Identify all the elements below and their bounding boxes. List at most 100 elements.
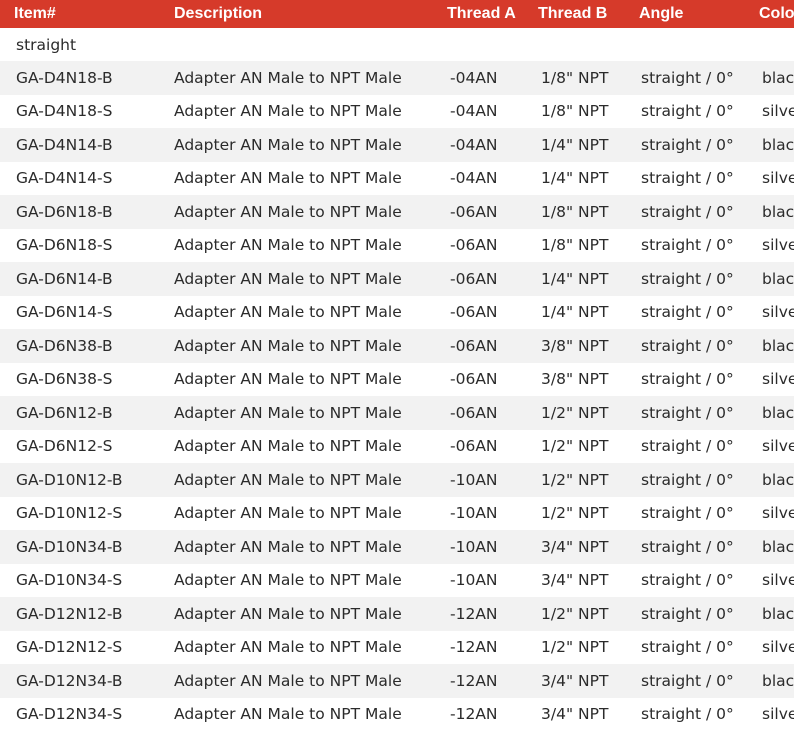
cell-thread-b: 3/8" NPT [541,336,609,355]
header-thread-a[interactable]: Thread A [446,0,537,28]
table-row[interactable]: GA-D4N18-S Adapter AN Male to NPT Male -04… [0,95,794,129]
cell-item: GA-D4N14-S [16,169,113,188]
cell-color: silver [762,370,794,389]
cell-thread-b: 1/4" NPT [541,303,609,322]
table-row[interactable]: GA-D6N12-B Adapter AN Male to NPT Male -06… [0,396,794,430]
header-item[interactable]: Item# [0,0,174,28]
cell-thread-a: -04AN [450,102,498,121]
cell-thread-b: 1/4" NPT [541,135,609,154]
cell-color: black [762,671,794,690]
table-row[interactable]: GA-D10N34-S Adapter AN Male to NPT Male -1… [0,564,794,598]
cell-thread-b: 3/4" NPT [541,671,609,690]
cell-thread-b: 3/4" NPT [541,705,609,724]
cell-thread-a: -06AN [450,202,498,221]
cell-item: GA-D6N18-S [16,236,113,255]
table-row[interactable]: GA-D10N12-S Adapter AN Male to NPT Male -1… [0,497,794,531]
cell-color: silver [762,638,794,657]
cell-item: GA-D10N12-B [16,470,123,489]
header-angle[interactable]: Angle [638,0,751,28]
cell-item: GA-D6N12-B [16,403,113,422]
table-row[interactable]: GA-D4N18-B Adapter AN Male to NPT Male -04… [0,61,794,95]
cell-thread-a: -12AN [450,638,498,657]
group-row: straight [0,28,794,61]
cell-color: black [762,269,794,288]
cell-description: Adapter AN Male to NPT Male [174,236,402,255]
table-row[interactable]: GA-D6N14-S Adapter AN Male to NPT Male -06… [0,296,794,330]
cell-item: GA-D4N14-B [16,135,113,154]
cell-angle: straight / 0° [641,135,734,154]
header-row: Item# Description Thread A Thread B Angl… [0,0,794,28]
cell-item: GA-D6N38-S [16,370,113,389]
cell-thread-a: -06AN [450,437,498,456]
cell-thread-a: -10AN [450,504,498,523]
cell-thread-b: 1/2" NPT [541,470,609,489]
cell-angle: straight / 0° [641,470,734,489]
table-row[interactable]: GA-D12N34-S Adapter AN Male to NPT Male -1… [0,698,794,732]
cell-color: silver [762,102,794,121]
table-row[interactable]: GA-D6N12-S Adapter AN Male to NPT Male -06… [0,430,794,464]
table-row[interactable]: GA-D6N14-B Adapter AN Male to NPT Male -06… [0,262,794,296]
table-body: straight GA-D4N18-B Adapter AN Male to NP… [0,28,794,731]
table-row[interactable]: GA-D10N34-B Adapter AN Male to NPT Male -1… [0,530,794,564]
table-row[interactable]: GA-D6N18-S Adapter AN Male to NPT Male -06… [0,229,794,263]
cell-angle: straight / 0° [641,169,734,188]
cell-angle: straight / 0° [641,437,734,456]
header-thread-b[interactable]: Thread B [537,0,638,28]
cell-item: GA-D10N34-B [16,537,123,556]
cell-description: Adapter AN Male to NPT Male [174,604,402,623]
cell-thread-b: 1/8" NPT [541,68,609,87]
cell-thread-a: -06AN [450,236,498,255]
cell-thread-b: 3/8" NPT [541,370,609,389]
cell-thread-a: -06AN [450,370,498,389]
cell-thread-a: -12AN [450,705,498,724]
cell-color: black [762,135,794,154]
table-row[interactable]: GA-D6N18-B Adapter AN Male to NPT Male -06… [0,195,794,229]
table-row[interactable]: GA-D10N12-B Adapter AN Male to NPT Male -1… [0,463,794,497]
table-row[interactable]: GA-D12N34-B Adapter AN Male to NPT Male -1… [0,664,794,698]
cell-angle: straight / 0° [641,202,734,221]
cell-angle: straight / 0° [641,303,734,322]
cell-thread-b: 1/8" NPT [541,102,609,121]
cell-description: Adapter AN Male to NPT Male [174,705,402,724]
table-row[interactable]: GA-D6N38-B Adapter AN Male to NPT Male -06… [0,329,794,363]
cell-angle: straight / 0° [641,269,734,288]
cell-thread-a: -12AN [450,671,498,690]
cell-angle: straight / 0° [641,537,734,556]
header-color[interactable]: Color [751,0,794,28]
cell-thread-a: -04AN [450,135,498,154]
table-row[interactable]: GA-D12N12-S Adapter AN Male to NPT Male -1… [0,631,794,665]
cell-description: Adapter AN Male to NPT Male [174,537,402,556]
cell-item: GA-D12N12-S [16,638,123,657]
cell-color: silver [762,504,794,523]
cell-thread-a: -04AN [450,169,498,188]
cell-color: black [762,68,794,87]
cell-thread-a: -06AN [450,269,498,288]
cell-angle: straight / 0° [641,336,734,355]
table-row[interactable]: GA-D6N38-S Adapter AN Male to NPT Male -06… [0,363,794,397]
cell-item: GA-D4N18-S [16,102,113,121]
cell-description: Adapter AN Male to NPT Male [174,202,402,221]
cell-thread-b: 1/4" NPT [541,269,609,288]
cell-color: silver [762,705,794,724]
cell-angle: straight / 0° [641,102,734,121]
cell-item: GA-D6N18-B [16,202,113,221]
cell-color: silver [762,437,794,456]
cell-description: Adapter AN Male to NPT Male [174,671,402,690]
cell-thread-b: 1/8" NPT [541,236,609,255]
cell-description: Adapter AN Male to NPT Male [174,638,402,657]
cell-description: Adapter AN Male to NPT Male [174,470,402,489]
cell-item: GA-D12N34-S [16,705,123,724]
cell-thread-a: -06AN [450,336,498,355]
cell-color: silver [762,303,794,322]
cell-thread-b: 1/2" NPT [541,403,609,422]
cell-item: GA-D10N34-S [16,571,123,590]
cell-description: Adapter AN Male to NPT Male [174,370,402,389]
group-label: straight [16,35,77,54]
header-description[interactable]: Description [174,0,446,28]
table-row[interactable]: GA-D4N14-S Adapter AN Male to NPT Male -04… [0,162,794,196]
table-row[interactable]: GA-D4N14-B Adapter AN Male to NPT Male -04… [0,128,794,162]
cell-description: Adapter AN Male to NPT Male [174,102,402,121]
table-row[interactable]: GA-D12N12-B Adapter AN Male to NPT Male -1… [0,597,794,631]
cell-item: GA-D6N14-B [16,269,113,288]
cell-angle: straight / 0° [641,68,734,87]
